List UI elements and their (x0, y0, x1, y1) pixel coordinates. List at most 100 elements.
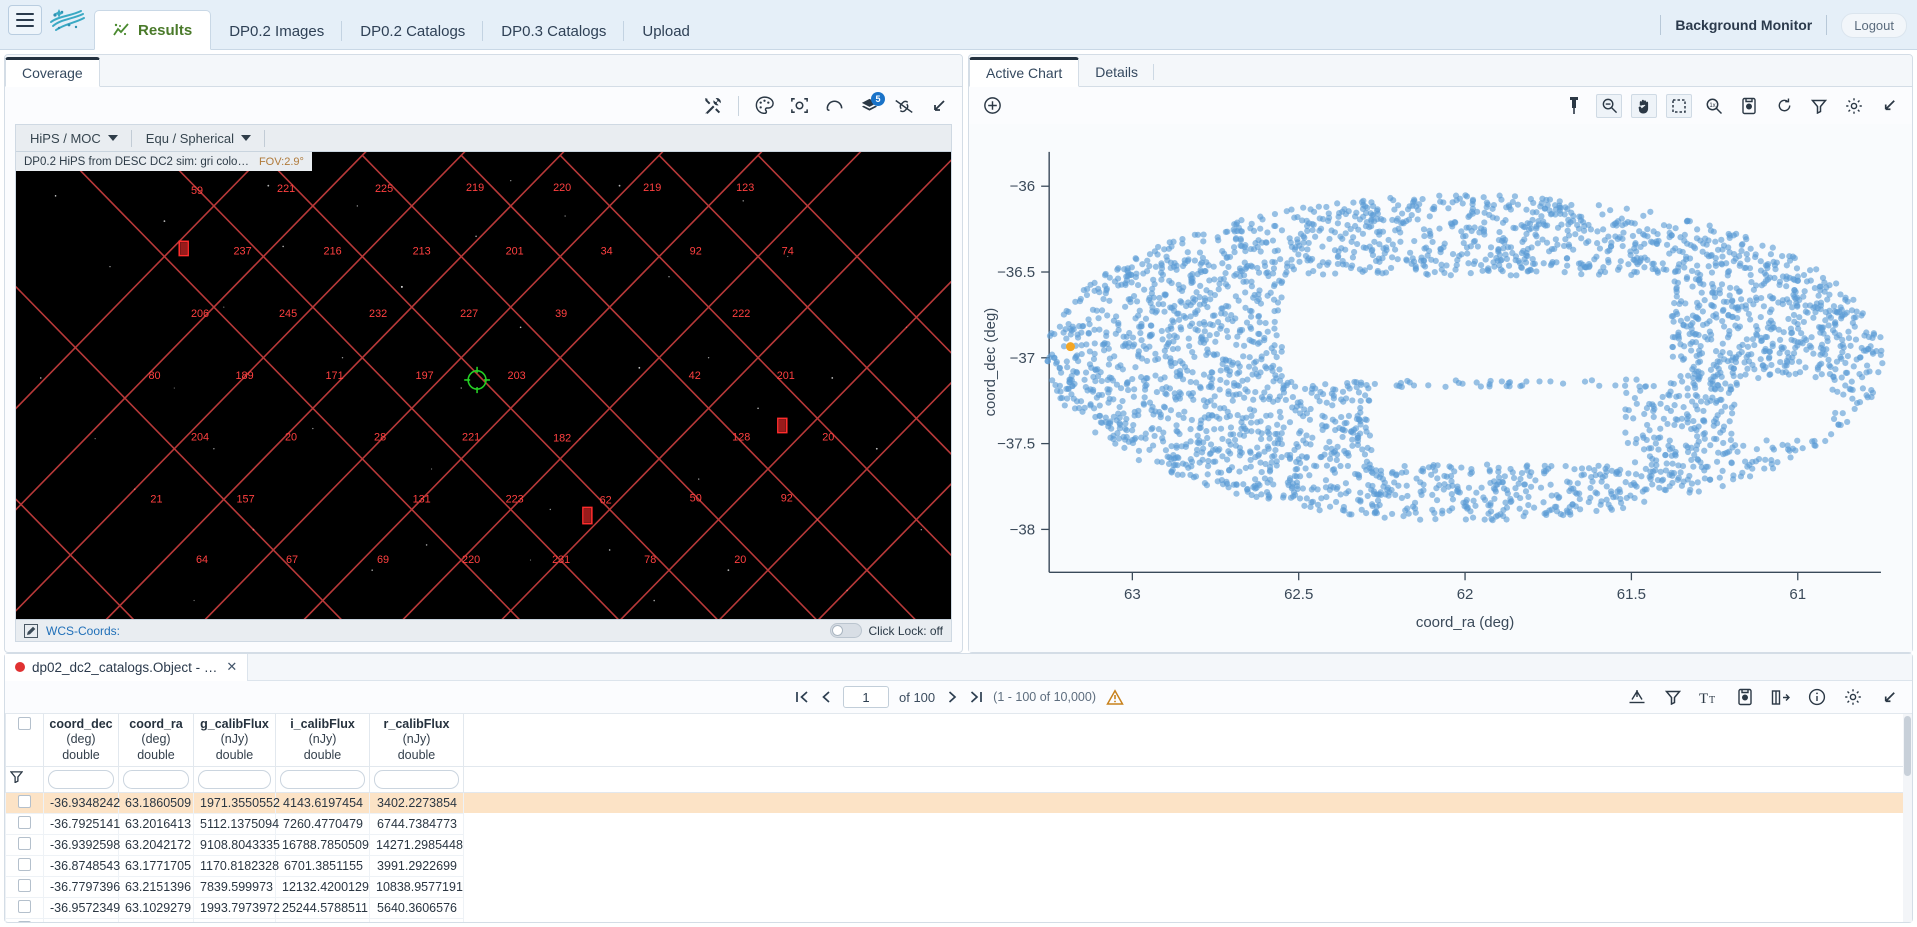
row-checkbox[interactable] (18, 900, 31, 913)
zoom-out-icon[interactable] (1596, 94, 1622, 118)
pin-icon[interactable] (1561, 94, 1587, 118)
hamburger-menu-icon[interactable] (8, 5, 42, 35)
row-checkbox[interactable] (18, 858, 31, 871)
tab-dp02-catalogs[interactable]: DP0.2 Catalogs (342, 13, 483, 49)
filter-input-coord-dec[interactable] (44, 766, 119, 792)
row-select-cell[interactable] (6, 813, 44, 834)
table-row[interactable]: -36.939259863.20421729108.804333516788.7… (6, 834, 1912, 855)
tract-number-label: 231 (552, 554, 570, 566)
results-table-section: dp02_dc2_catalogs.Object - … ✕ (0, 653, 1917, 927)
table-vertical-scrollbar[interactable] (1903, 714, 1912, 922)
y-axis-tick-label: −38 (1010, 521, 1035, 538)
settings-gear-icon[interactable] (1840, 685, 1866, 709)
color-palette-icon[interactable] (751, 94, 777, 118)
tab-results[interactable]: Results (94, 10, 211, 50)
table-row[interactable]: -36.934824263.18605091971.35505524143.61… (6, 792, 1912, 813)
projection-dropdown[interactable]: Equ / Spherical (132, 125, 265, 152)
scatter-chart[interactable]: −36−36.5−37−37.5−38 6362.56261.561 coord… (969, 124, 1912, 652)
zoom-original-icon[interactable]: 1x (1701, 94, 1727, 118)
info-icon[interactable] (1804, 685, 1830, 709)
scrollbar-thumb[interactable] (1904, 716, 1911, 776)
expand-arrow-icon[interactable] (1876, 94, 1902, 118)
table-options-icon[interactable] (1768, 685, 1794, 709)
text-size-icon[interactable]: TT (1696, 685, 1722, 709)
tab-upload[interactable]: Upload (624, 13, 708, 49)
save-chart-icon[interactable] (1736, 94, 1762, 118)
tab-dp03-catalogs[interactable]: DP0.3 Catalogs (483, 13, 624, 49)
table-cell: 1170.8182328 (194, 855, 276, 876)
row-select-cell[interactable] (6, 792, 44, 813)
highlighted-point[interactable] (1066, 342, 1075, 351)
select-all-checkbox[interactable] (18, 717, 31, 730)
crop-select-icon[interactable] (786, 94, 812, 118)
add-column-icon[interactable] (1624, 685, 1650, 709)
tab-active-chart[interactable]: Active Chart (969, 57, 1079, 87)
row-checkbox[interactable] (18, 921, 31, 922)
table-row[interactable]: -36.792514163.20164135112.13750947260.47… (6, 813, 1912, 834)
column-header-coord-ra[interactable]: coord_ra (deg) double (119, 714, 194, 766)
expand-arrow-icon[interactable] (926, 94, 952, 118)
tab-details[interactable]: Details (1079, 58, 1154, 86)
tab-dp02-images[interactable]: DP0.2 Images (211, 13, 342, 49)
table-cell: 10838.9577191 (370, 876, 464, 897)
sky-image[interactable]: 5922122521922021912323721621320134927420… (16, 125, 951, 641)
box-select-icon[interactable] (1666, 94, 1692, 118)
filter-input-i-calibflux[interactable] (276, 766, 370, 792)
close-x-icon[interactable]: ✕ (226, 659, 237, 675)
last-page-icon[interactable] (969, 690, 983, 704)
column-header-r-calibflux[interactable]: r_calibFlux (nJy) double (370, 714, 464, 766)
settings-gear-icon[interactable] (1841, 94, 1867, 118)
expand-arrow-icon[interactable] (1876, 685, 1902, 709)
filter-input-coord-ra[interactable] (119, 766, 194, 792)
pan-hand-icon[interactable] (1631, 94, 1657, 118)
click-lock-toggle[interactable] (830, 623, 862, 638)
rubin-observatory-logo-icon[interactable] (46, 4, 88, 36)
circle-shape-icon[interactable] (821, 94, 847, 118)
row-checkbox[interactable] (18, 795, 31, 808)
row-checkbox[interactable] (18, 837, 31, 850)
filter-input-g-calibflux[interactable] (194, 766, 276, 792)
page-number-input[interactable]: 1 (843, 686, 889, 708)
column-header-g-calibflux[interactable]: g_calibFlux (nJy) double (194, 714, 276, 766)
row-select-cell[interactable] (6, 897, 44, 918)
row-select-cell[interactable] (6, 834, 44, 855)
table-row[interactable]: -36.955954863.214424519099.813513627505.… (6, 918, 1912, 922)
row-select-cell[interactable] (6, 855, 44, 876)
row-select-cell[interactable] (6, 876, 44, 897)
layers-icon[interactable]: 5 (856, 94, 882, 118)
table-row[interactable]: -36.779739663.21513967839.59997312132.42… (6, 876, 1912, 897)
column-header-coord-dec[interactable]: coord_dec (deg) double (44, 714, 119, 766)
background-monitor-button[interactable]: Background Monitor (1675, 17, 1812, 33)
filter-input-r-calibflux[interactable] (370, 766, 464, 792)
table-cell: 6744.7384773 (370, 813, 464, 834)
next-page-icon[interactable] (945, 690, 959, 704)
first-page-icon[interactable] (795, 690, 809, 704)
reset-zoom-icon[interactable] (1771, 94, 1797, 118)
logout-button[interactable]: Logout (1841, 13, 1907, 38)
tools-wrench-icon[interactable] (700, 94, 726, 118)
table-row[interactable]: -36.874854363.17717051170.81823286701.38… (6, 855, 1912, 876)
link-broken-icon[interactable] (891, 94, 917, 118)
hips-moc-dropdown[interactable]: HiPS / MOC (16, 125, 132, 152)
warning-triangle-icon[interactable] (1106, 689, 1124, 706)
save-table-icon[interactable] (1732, 685, 1758, 709)
coverage-image-area[interactable]: 5922122521922021912323721621320134927420… (15, 124, 952, 642)
table-row[interactable]: -36.957234963.10292791993.797397225244.5… (6, 897, 1912, 918)
row-checkbox[interactable] (18, 816, 31, 829)
table-tab-object-catalog[interactable]: dp02_dc2_catalogs.Object - … ✕ (5, 654, 248, 681)
table-head: coord_dec (deg) double coord_ra (deg) do… (6, 714, 1912, 792)
filter-funnel-icon[interactable] (6, 766, 44, 792)
prev-page-icon[interactable] (819, 690, 833, 704)
filter-icon[interactable] (1806, 94, 1832, 118)
tab-coverage[interactable]: Coverage (5, 57, 100, 87)
table-cell: 4143.6197454 (276, 792, 370, 813)
row-checkbox[interactable] (18, 879, 31, 892)
column-header-i-calibflux[interactable]: i_calibFlux (nJy) double (276, 714, 370, 766)
row-select-cell[interactable] (6, 918, 44, 922)
table-grid-wrapper[interactable]: coord_dec (deg) double coord_ra (deg) do… (5, 714, 1912, 922)
add-chart-icon[interactable] (979, 94, 1005, 118)
filter-icon[interactable] (1660, 685, 1686, 709)
pencil-edit-icon[interactable] (24, 624, 38, 638)
click-lock-control[interactable]: Click Lock: off (830, 623, 943, 638)
select-all-header[interactable] (6, 714, 44, 766)
